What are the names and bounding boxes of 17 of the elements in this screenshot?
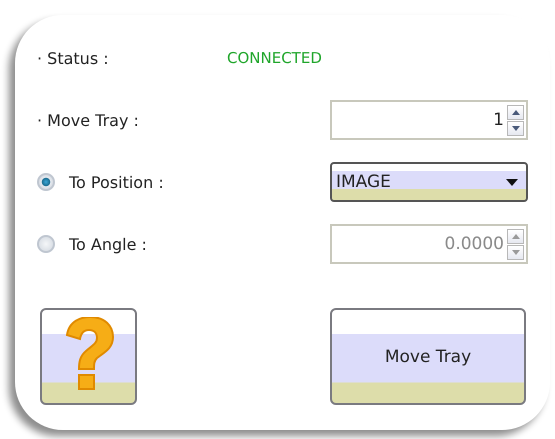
up-arrow-icon: [512, 234, 520, 238]
status-value: CONNECTED: [227, 49, 322, 67]
tray-number-field[interactable]: 1: [330, 100, 528, 140]
up-arrow-icon: [512, 110, 520, 114]
spin-down-button[interactable]: [507, 120, 524, 136]
radio-button[interactable]: [37, 173, 55, 191]
move-tray-button[interactable]: Move Tray: [330, 308, 526, 405]
option-label: To Angle :: [69, 234, 147, 254]
caret-icon: [506, 178, 518, 186]
status-label: · Status :: [37, 48, 110, 68]
down-arrow-icon: [512, 250, 520, 254]
help-button[interactable]: [40, 308, 137, 405]
option-label: To Position :: [69, 172, 164, 192]
move-tray-label: · Move Tray :: [37, 110, 139, 130]
position-dropdown[interactable]: IMAGE: [330, 162, 528, 202]
down-arrow-icon: [512, 126, 520, 130]
spin-up-button[interactable]: [507, 104, 524, 120]
